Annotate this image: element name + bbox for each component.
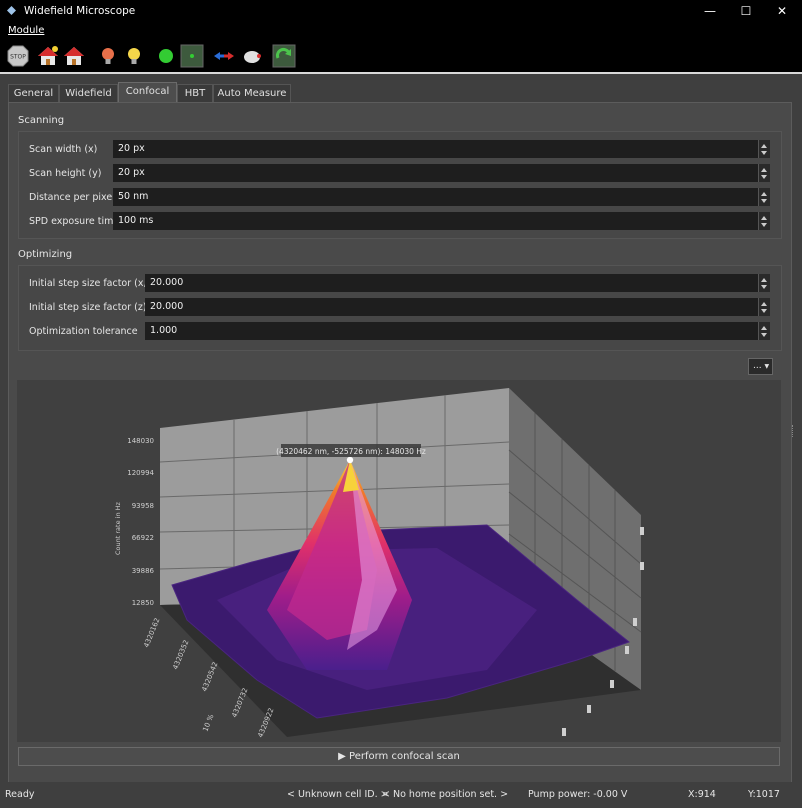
optimization-tolerance-label: Optimization tolerance bbox=[29, 326, 138, 337]
green-dot-icon[interactable] bbox=[154, 44, 178, 68]
step-size-xy-spinner[interactable] bbox=[758, 274, 770, 292]
status-pump-power: Pump power: -0.00 V bbox=[528, 789, 628, 800]
x-tick-label: 4320922 bbox=[256, 707, 275, 739]
step-size-z-input[interactable]: 20.000 bbox=[145, 298, 758, 316]
scan-width-spinner[interactable] bbox=[758, 140, 770, 158]
title-bar: Widefield Microscope — ☐ ✕ bbox=[0, 0, 802, 24]
svg-text:STOP: STOP bbox=[10, 54, 26, 61]
z-tick-label: 120994 bbox=[127, 469, 154, 477]
confocal-3d-plot[interactable]: (4320462 nm, -525726 nm): 148030 Hz 1480… bbox=[17, 380, 781, 742]
home-icon[interactable] bbox=[62, 44, 86, 68]
x-tick-label: 4320352 bbox=[171, 639, 190, 671]
optimization-tolerance-input[interactable]: 1.000 bbox=[145, 322, 758, 340]
window-title: Widefield Microscope bbox=[24, 5, 136, 17]
tab-widefield[interactable]: Widefield bbox=[59, 84, 118, 103]
status-home-position: < No home position set. > bbox=[382, 789, 509, 800]
z-axis-label: Count rate in Hz bbox=[114, 501, 122, 555]
plot-options-label: ... bbox=[753, 361, 762, 371]
small-green-dot-icon[interactable] bbox=[180, 44, 204, 68]
tab-general[interactable]: General bbox=[8, 84, 59, 103]
scan-height-label: Scan height (y) bbox=[29, 168, 102, 179]
x-tick-label: 4320732 bbox=[230, 687, 249, 719]
x-tick-label-partial: 10 % bbox=[201, 713, 215, 733]
arrows-icon[interactable] bbox=[212, 44, 236, 68]
scan-height-input[interactable]: 20 px bbox=[113, 164, 758, 182]
menu-bar: Module bbox=[0, 24, 802, 40]
optimizing-group-title: Optimizing bbox=[18, 249, 73, 260]
step-size-z-spinner[interactable] bbox=[758, 298, 770, 316]
z-tick-label: 39886 bbox=[132, 567, 155, 575]
distance-per-pixel-label: Distance per pixel bbox=[29, 192, 115, 203]
spd-exposure-spinner[interactable] bbox=[758, 212, 770, 230]
z-tick-labels: 148030 120994 93958 66922 39886 12850 bbox=[127, 437, 154, 607]
x-tick-label: 4320162 bbox=[142, 617, 161, 649]
spd-exposure-input[interactable]: 100 ms bbox=[113, 212, 758, 230]
lamp-icon[interactable] bbox=[240, 44, 264, 68]
step-size-xy-input[interactable]: 20.000 bbox=[145, 274, 758, 292]
z-tick-label: 12850 bbox=[132, 599, 154, 607]
x-tick-label: 4320542 bbox=[200, 661, 219, 693]
refresh-icon[interactable] bbox=[272, 44, 296, 68]
splitter-handle[interactable] bbox=[792, 425, 796, 437]
bulb-red-icon[interactable] bbox=[96, 44, 120, 68]
minimize-button[interactable]: — bbox=[692, 0, 728, 24]
scanning-group-title: Scanning bbox=[18, 115, 65, 126]
status-cell-id: < Unknown cell ID. > bbox=[287, 789, 389, 800]
home-red-icon[interactable] bbox=[36, 44, 60, 68]
step-size-xy-label: Initial step size factor (x, y) bbox=[29, 278, 159, 289]
app-icon bbox=[7, 6, 16, 15]
scan-width-label: Scan width (x) bbox=[29, 144, 98, 155]
maximize-button[interactable]: ☐ bbox=[728, 0, 764, 24]
spd-exposure-label: SPD exposure time bbox=[29, 216, 120, 227]
menu-module[interactable]: Module bbox=[8, 25, 44, 36]
scan-height-spinner[interactable] bbox=[758, 164, 770, 182]
perform-confocal-scan-button[interactable]: ▶ Perform confocal scan bbox=[18, 747, 780, 766]
peak-marker[interactable] bbox=[346, 456, 354, 464]
optimization-tolerance-spinner[interactable] bbox=[758, 322, 770, 340]
status-y-coordinate: Y:1017 bbox=[748, 789, 780, 800]
z-tick-label: 148030 bbox=[127, 437, 154, 445]
z-tick-label: 93958 bbox=[132, 502, 154, 510]
status-x-coordinate: X:914 bbox=[688, 789, 716, 800]
stop-icon[interactable]: STOP bbox=[6, 44, 30, 68]
peak-tooltip: (4320462 nm, -525726 nm): 148030 Hz bbox=[276, 447, 426, 456]
chevron-down-icon: ▼ bbox=[764, 363, 770, 370]
scan-width-input[interactable]: 20 px bbox=[113, 140, 758, 158]
surface-plot-svg: (4320462 nm, -525726 nm): 148030 Hz 1480… bbox=[114, 388, 644, 739]
step-size-z-label: Initial step size factor (z) bbox=[29, 302, 147, 313]
bulb-yellow-icon[interactable] bbox=[122, 44, 146, 68]
tab-auto-measure[interactable]: Auto Measure bbox=[213, 84, 291, 103]
close-button[interactable]: ✕ bbox=[764, 0, 800, 24]
tab-hbt[interactable]: HBT bbox=[177, 84, 213, 103]
status-ready: Ready bbox=[5, 789, 35, 800]
plot-options-button[interactable]: ... ▼ bbox=[748, 358, 773, 375]
distance-per-pixel-input[interactable]: 50 nm bbox=[113, 188, 758, 206]
toolbar: STOP bbox=[0, 40, 802, 74]
tab-confocal[interactable]: Confocal bbox=[118, 82, 177, 103]
distance-per-pixel-spinner[interactable] bbox=[758, 188, 770, 206]
z-tick-label: 66922 bbox=[132, 534, 154, 542]
